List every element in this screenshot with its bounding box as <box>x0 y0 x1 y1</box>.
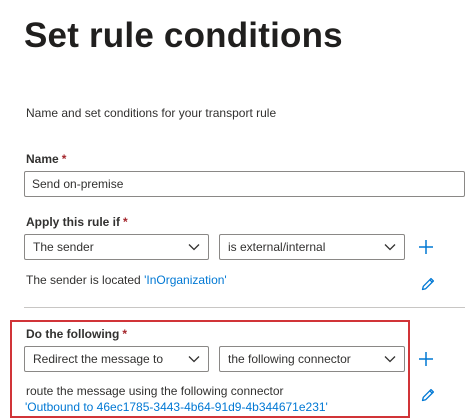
rule-name-input[interactable] <box>24 171 465 197</box>
target-dropdown[interactable]: the following connector <box>219 346 405 372</box>
pencil-icon <box>420 387 436 403</box>
edit-condition-button[interactable] <box>418 274 438 294</box>
name-label: Name * <box>26 152 66 166</box>
page-subtitle: Name and set conditions for your transpo… <box>26 106 277 120</box>
do-following-label: Do the following * <box>26 327 127 341</box>
action-dropdown-value: Redirect the message to <box>33 352 164 366</box>
condition-summary: The sender is located 'InOrganization' <box>26 273 227 287</box>
action-summary-text: route the message using the following co… <box>26 384 284 398</box>
edit-action-button[interactable] <box>418 385 438 405</box>
chevron-down-icon <box>384 354 396 364</box>
do-following-label-text: Do the following <box>26 327 120 341</box>
add-action-button[interactable] <box>416 349 436 369</box>
pencil-icon <box>420 276 436 292</box>
chevron-down-icon <box>188 242 200 252</box>
target-dropdown-value: the following connector <box>228 352 351 366</box>
section-divider <box>24 307 465 308</box>
required-mark: * <box>122 327 127 341</box>
apply-rule-label-text: Apply this rule if <box>26 215 121 229</box>
action-dropdown[interactable]: Redirect the message to <box>24 346 209 372</box>
plus-icon <box>418 351 434 367</box>
chevron-down-icon <box>188 354 200 364</box>
condition-dropdown-value: The sender <box>33 240 94 254</box>
action-value-link[interactable]: 'Outbound to 46ec1785-3443-4b64-91d9-4b3… <box>25 400 328 414</box>
name-label-text: Name <box>26 152 59 166</box>
plus-icon <box>418 239 434 255</box>
add-condition-button[interactable] <box>416 237 436 257</box>
operator-dropdown[interactable]: is external/internal <box>219 234 405 260</box>
condition-value-link[interactable]: 'InOrganization' <box>144 273 227 287</box>
required-mark: * <box>123 215 128 229</box>
condition-summary-text: The sender is located <box>26 273 145 287</box>
condition-dropdown[interactable]: The sender <box>24 234 209 260</box>
chevron-down-icon <box>384 242 396 252</box>
operator-dropdown-value: is external/internal <box>228 240 326 254</box>
apply-rule-label: Apply this rule if * <box>26 215 128 229</box>
action-value-link-text[interactable]: 'Outbound to 46ec1785-3443-4b64-91d9-4b3… <box>25 400 328 414</box>
page-title: Set rule conditions <box>24 16 343 55</box>
required-mark: * <box>61 152 67 166</box>
